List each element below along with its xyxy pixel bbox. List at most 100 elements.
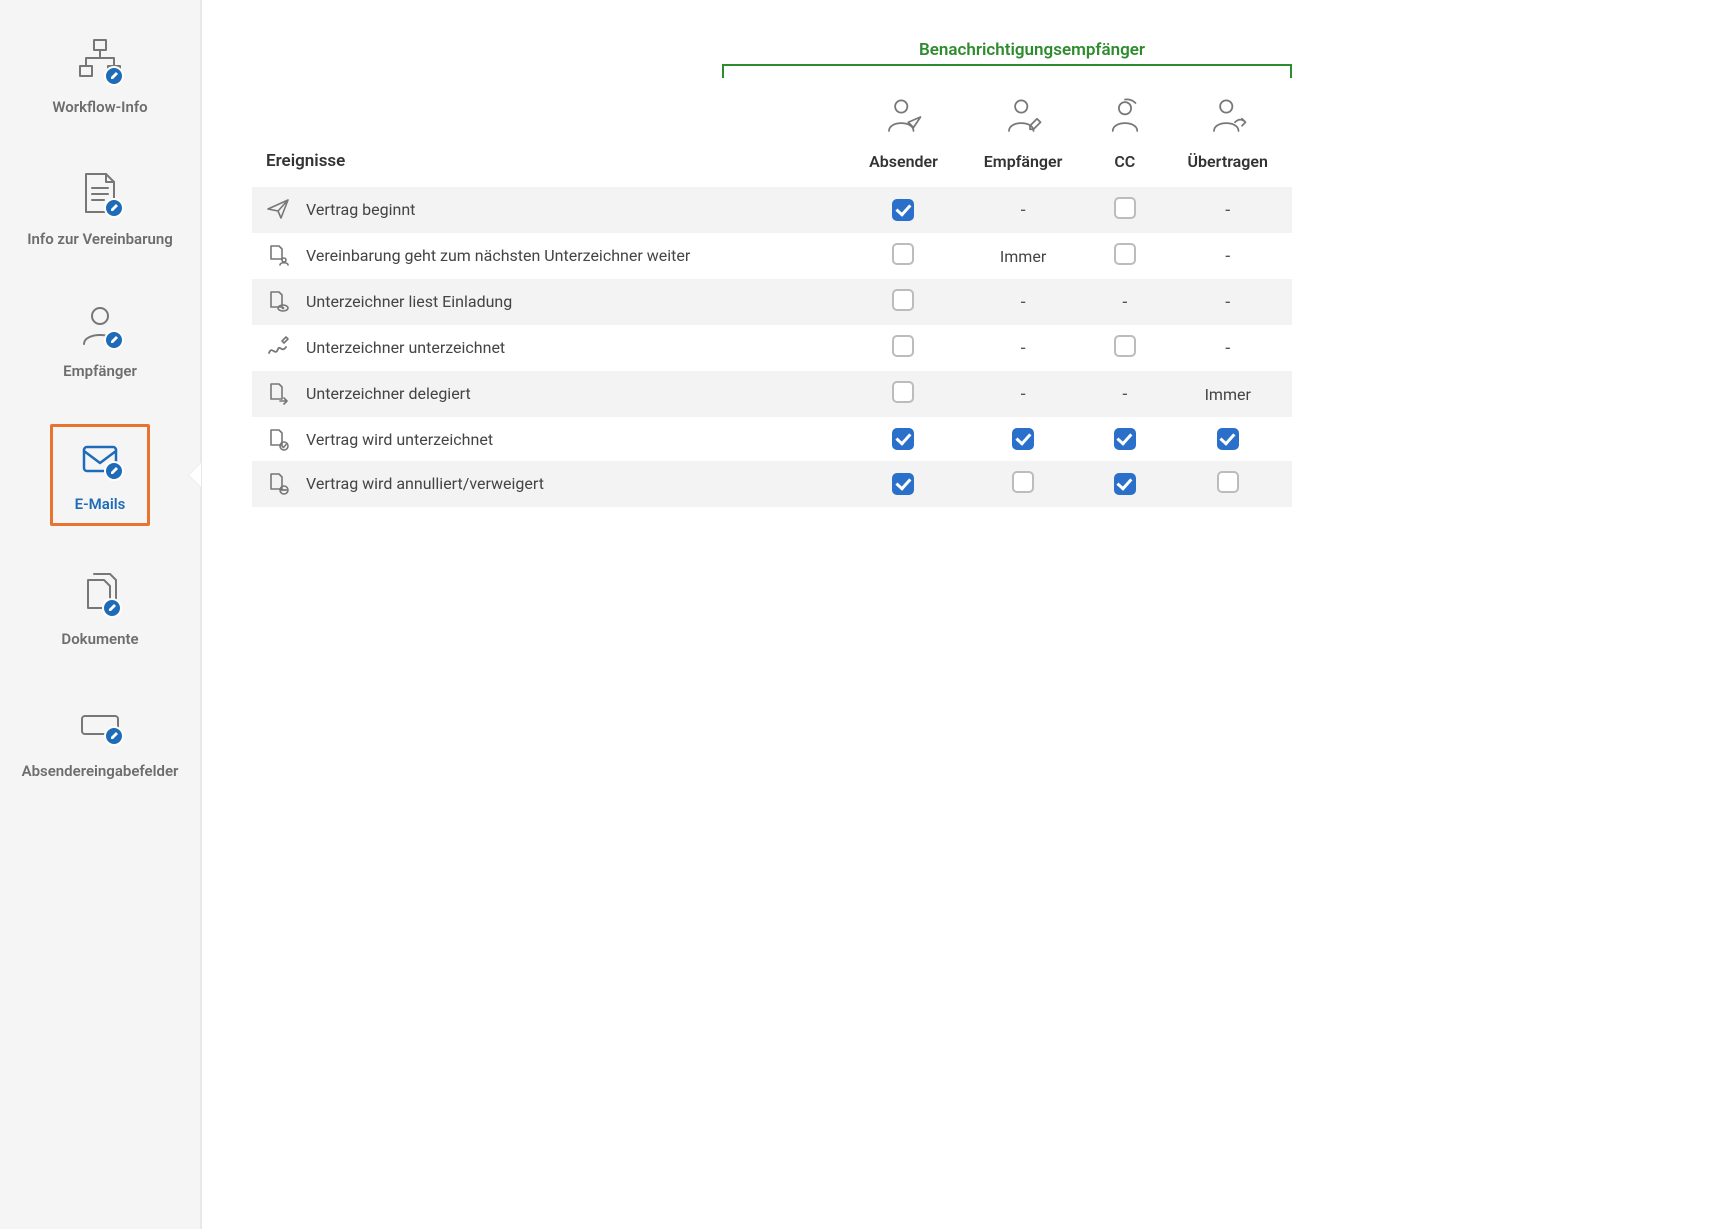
cell-dash: -	[1225, 200, 1230, 221]
cell-text: Immer	[1205, 385, 1251, 404]
notification-cell: Immer	[1163, 371, 1292, 417]
notification-cell: -	[1163, 325, 1292, 371]
notification-cell	[1086, 461, 1163, 507]
documents-icon	[76, 570, 124, 622]
cell-dash: -	[1122, 384, 1127, 405]
sidebar-item-workflow-info[interactable]: Workflow-Info	[8, 28, 192, 126]
transfer-icon	[1171, 96, 1284, 142]
table-row: Vertrag beginnt - -	[252, 187, 1292, 233]
events-heading: Ereignisse	[252, 86, 847, 187]
notification-checkbox[interactable]	[1217, 428, 1239, 450]
notification-table-wrap: Benachrichtigungsempfänger Ereignisse	[252, 40, 1292, 507]
event-label: Vertrag beginnt	[306, 200, 415, 219]
notification-cell	[847, 279, 960, 325]
notification-checkbox[interactable]	[1114, 197, 1136, 219]
notification-cell: -	[1086, 371, 1163, 417]
notification-checkbox[interactable]	[1114, 428, 1136, 450]
notification-checkbox[interactable]	[892, 335, 914, 357]
sidebar-item-agreement-info[interactable]: Info zur Vereinbarung	[8, 160, 192, 258]
notification-checkbox[interactable]	[1114, 335, 1136, 357]
app-root: Workflow-Info Info zur Vereinbarung	[0, 0, 1723, 1229]
col-uebertragen: Übertragen	[1163, 86, 1292, 187]
sidebar-item-label: Absendereingabefelder	[22, 762, 179, 780]
event-cell: Unterzeichner unterzeichnet	[252, 325, 847, 369]
col-empfaenger: Empfänger	[960, 86, 1086, 187]
col-label: Übertragen	[1188, 152, 1268, 171]
notification-checkbox[interactable]	[1012, 471, 1034, 493]
notification-cell	[1163, 417, 1292, 461]
cell-text: Immer	[1000, 247, 1046, 266]
workflow-icon	[76, 38, 124, 90]
main-content: Benachrichtigungsempfänger Ereignisse	[202, 0, 1723, 1229]
sidebar-item-documents[interactable]: Dokumente	[8, 560, 192, 658]
notification-cell	[847, 233, 960, 279]
notification-cell	[1163, 461, 1292, 507]
col-absender: Absender	[847, 86, 960, 187]
notification-checkbox[interactable]	[892, 473, 914, 495]
sidebar: Workflow-Info Info zur Vereinbarung	[0, 0, 202, 1229]
cell-dash: -	[1021, 292, 1026, 313]
event-row-icon	[266, 381, 290, 405]
notification-cell: -	[1163, 279, 1292, 325]
cell-dash: -	[1122, 292, 1127, 313]
event-cell: Vertrag wird annulliert/verweigert	[252, 461, 847, 505]
event-label: Unterzeichner liest Einladung	[306, 292, 512, 311]
table-row: Vertrag wird annulliert/verweigert	[252, 461, 1292, 507]
notification-cell: -	[1163, 233, 1292, 279]
email-icon	[76, 435, 124, 487]
event-row-icon	[266, 471, 290, 495]
notification-checkbox[interactable]	[892, 199, 914, 221]
col-label: Empfänger	[984, 152, 1063, 171]
table-row: Vertrag wird unterzeichnet	[252, 417, 1292, 461]
document-icon	[76, 170, 124, 222]
event-cell: Vertrag beginnt	[252, 187, 847, 231]
cell-dash: -	[1225, 338, 1230, 359]
notification-checkbox[interactable]	[892, 243, 914, 265]
user-icon	[76, 302, 124, 354]
col-label: CC	[1114, 152, 1135, 171]
sidebar-item-label: Dokumente	[61, 630, 138, 648]
table-body: Vertrag beginnt--Vereinbarung geht zum n…	[252, 187, 1292, 507]
cell-dash: -	[1021, 338, 1026, 359]
notification-checkbox[interactable]	[892, 428, 914, 450]
notification-cell: -	[960, 371, 1086, 417]
table-row: Unterzeichner liest Einladung - - -	[252, 279, 1292, 325]
event-label: Unterzeichner unterzeichnet	[306, 338, 505, 357]
event-row-icon	[266, 243, 290, 267]
notification-cell: -	[960, 279, 1086, 325]
notification-cell	[847, 371, 960, 417]
recipients-heading: Benachrichtigungsempfänger	[772, 40, 1292, 60]
notification-cell	[847, 461, 960, 507]
event-cell: Unterzeichner liest Einladung	[252, 279, 847, 323]
notification-checkbox[interactable]	[892, 381, 914, 403]
event-label: Unterzeichner delegiert	[306, 384, 471, 403]
sidebar-item-recipients[interactable]: Empfänger	[8, 292, 192, 390]
cell-dash: -	[1021, 200, 1026, 221]
event-row-icon	[266, 335, 290, 359]
recipient-icon	[968, 96, 1078, 142]
sidebar-item-label: E-Mails	[75, 495, 126, 513]
notification-checkbox[interactable]	[1217, 471, 1239, 493]
event-cell: Unterzeichner delegiert	[252, 371, 847, 415]
notification-checkbox[interactable]	[892, 289, 914, 311]
table-row: Unterzeichner delegiert - - Immer	[252, 371, 1292, 417]
sidebar-item-label: Info zur Vereinbarung	[27, 230, 173, 248]
notification-cell	[1086, 417, 1163, 461]
cell-dash: -	[1021, 384, 1026, 405]
notification-checkbox[interactable]	[1114, 243, 1136, 265]
sender-icon	[855, 96, 952, 142]
recipients-bracket	[722, 64, 1292, 78]
event-label: Vertrag wird annulliert/verweigert	[306, 474, 544, 493]
event-label: Vereinbarung geht zum nächsten Unterzeic…	[306, 246, 690, 265]
notification-cell	[1086, 187, 1163, 233]
notification-cell	[847, 325, 960, 371]
notification-cell: -	[1163, 187, 1292, 233]
notification-checkbox[interactable]	[1114, 473, 1136, 495]
col-cc: CC	[1086, 86, 1163, 187]
sidebar-item-emails[interactable]: E-Mails	[50, 424, 150, 526]
sidebar-item-sender-input-fields[interactable]: Absendereingabefelder	[8, 692, 192, 790]
table-row: Unterzeichner unterzeichnet - -	[252, 325, 1292, 371]
cc-icon	[1094, 96, 1155, 142]
notification-checkbox[interactable]	[1012, 428, 1034, 450]
sidebar-item-label: Workflow-Info	[52, 98, 147, 116]
